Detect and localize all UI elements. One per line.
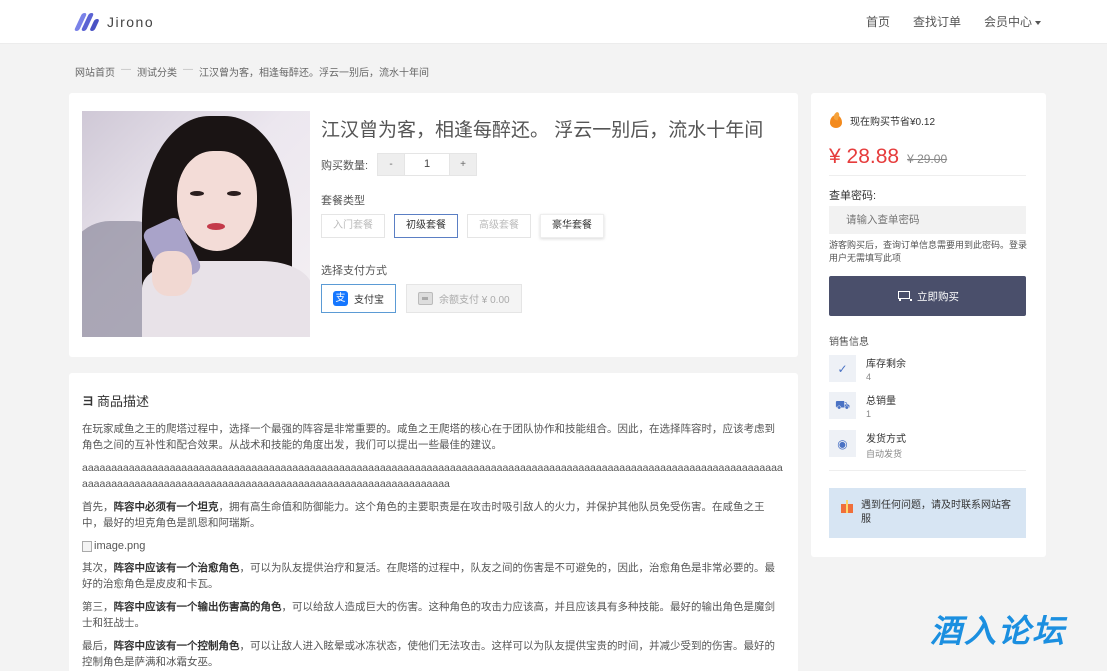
payment-options: 支 支付宝 余额支付 ¥ 0.00	[321, 284, 522, 313]
price-block: ¥ 28.88 ¥ 29.00	[829, 145, 947, 169]
location-pin-icon: ◉	[829, 430, 856, 457]
logo-icon	[73, 11, 100, 33]
description-paragraph: 最后，阵容中应该有一个控制角色，可以让敌人进入眩晕或冰冻状态，使他们无法攻击。这…	[82, 640, 775, 668]
support-tip-text: 遇到任何问题，请及时联系网站客服	[861, 500, 1011, 525]
breadcrumb-separator: —	[121, 64, 131, 75]
quantity-row: 购买数量: - 1 +	[321, 153, 478, 176]
breadcrumb-current: 江汉曾为客，相逢每醉还。浮云一别后，流水十年间	[199, 68, 429, 79]
buy-now-label: 立即购买	[917, 290, 959, 303]
breadcrumb-category[interactable]: 测试分类	[137, 64, 177, 79]
savings-text: 现在购买节省¥0.12	[850, 116, 936, 128]
payment-method-label: 选择支付方式	[321, 265, 387, 277]
nav-find-order[interactable]: 查找订单	[913, 13, 961, 30]
pay-alipay-button[interactable]: 支 支付宝	[321, 284, 396, 313]
broken-image: image.png	[82, 538, 784, 554]
stock-label: 库存剩余	[866, 359, 906, 370]
wallet-icon	[418, 292, 433, 305]
support-tip: 遇到任何问题，请及时联系网站客服	[829, 488, 1026, 538]
sales-info-title: 销售信息	[829, 337, 869, 348]
site-logo[interactable]: Jirono	[73, 11, 155, 33]
shipping-value: 自动发货	[866, 449, 903, 459]
main-nav: 首页 查找订单 会员中心	[866, 13, 1041, 30]
cart-icon	[896, 290, 912, 302]
top-navbar: Jirono 首页 查找订单 会员中心	[0, 0, 1107, 44]
pay-alipay-label: 支付宝	[354, 295, 384, 306]
package-option-deluxe[interactable]: 豪华套餐	[540, 214, 604, 238]
chevron-down-icon	[1035, 20, 1041, 25]
broken-image-icon	[82, 540, 92, 552]
divider	[829, 470, 1026, 471]
order-password-hint: 游客购买后，查询订单信息需要用到此密码。登录用户无需填写此项	[829, 240, 1028, 263]
order-password-input[interactable]	[829, 206, 1026, 234]
description-title: 商品描述	[97, 394, 150, 409]
stat-sold: ⛟ 总销量 1	[829, 392, 896, 419]
description-paragraph: 第三，阵容中应该有一个输出伤害高的角色，可以给敌人造成巨大的伤害。这种角色的攻击…	[82, 601, 775, 629]
description-body: 在玩家咸鱼之王的爬塔过程中，选择一个最强的阵容是非常重要的。咸鱼之王爬塔的核心在…	[82, 421, 784, 671]
watermark-logo: 酒入论坛	[930, 612, 1067, 650]
product-card: 江汉曾为客，相逢每醉还。 浮云一别后，流水十年间 购买数量: - 1 + 套餐类…	[69, 93, 798, 357]
alipay-icon: 支	[333, 291, 348, 306]
description-paragraph: 在玩家咸鱼之王的爬塔过程中，选择一个最强的阵容是非常重要的。咸鱼之王爬塔的核心在…	[82, 423, 775, 451]
buy-now-button[interactable]: 立即购买	[829, 276, 1026, 316]
product-title: 江汉曾为客，相逢每醉还。 浮云一别后，流水十年间	[321, 120, 764, 141]
package-type-label: 套餐类型	[321, 195, 365, 207]
original-price: ¥ 29.00	[907, 152, 948, 166]
description-paragraph: 其次，阵容中应该有一个治愈角色，可以为队友提供治疗和复活。在爬塔的过程中，队友之…	[82, 562, 775, 590]
quantity-label: 购买数量:	[321, 159, 369, 172]
description-paragraph: 首先，阵容中必须有一个坦克，拥有高生命值和防御能力。这个角色的主要职责是在攻击时…	[82, 501, 765, 529]
description-paragraph: aaaaaaaaaaaaaaaaaaaaaaaaaaaaaaaaaaaaaaaa…	[82, 462, 783, 490]
description-icon: ヨ	[82, 394, 95, 408]
package-option-junior[interactable]: 初级套餐	[394, 214, 458, 238]
quantity-input[interactable]: 1	[405, 153, 450, 176]
pay-balance-label: 余额支付 ¥ 0.00	[439, 295, 510, 306]
package-options: 入门套餐 初级套餐 高级套餐 豪华套餐	[321, 214, 604, 238]
description-header: ヨ 商品描述	[82, 391, 149, 410]
stat-stock: ✓ 库存剩余 4	[829, 355, 906, 382]
stock-value: 4	[866, 372, 872, 382]
shipping-label: 发货方式	[866, 434, 906, 445]
breadcrumb: 网站首页 — 测试分类 — 江汉曾为客，相逢每醉还。浮云一别后，流水十年间	[75, 64, 429, 79]
gift-icon	[841, 500, 853, 513]
savings-tip: 现在购买节省¥0.12	[829, 112, 935, 128]
current-price: ¥ 28.88	[829, 145, 900, 168]
purchase-sidebar: 现在购买节省¥0.12 ¥ 28.88 ¥ 29.00 查单密码: 游客购买后，…	[811, 93, 1046, 557]
logo-text: Jirono	[107, 14, 155, 30]
description-card: ヨ 商品描述 在玩家咸鱼之王的爬塔过程中，选择一个最强的阵容是非常重要的。咸鱼之…	[69, 373, 798, 671]
nav-home[interactable]: 首页	[866, 13, 890, 30]
product-image	[82, 111, 310, 337]
quantity-increment-button[interactable]: +	[449, 153, 478, 176]
stat-shipping: ◉ 发货方式 自动发货	[829, 430, 906, 460]
sold-label: 总销量	[866, 396, 896, 407]
divider	[829, 175, 1026, 176]
pay-balance-button[interactable]: 余额支付 ¥ 0.00	[406, 284, 522, 313]
order-password-label: 查单密码:	[829, 190, 877, 202]
image-alt-text: image.png	[94, 540, 146, 552]
fire-icon	[829, 112, 843, 128]
truck-icon: ⛟	[829, 392, 856, 419]
breadcrumb-home[interactable]: 网站首页	[75, 64, 115, 79]
nav-member-label: 会员中心	[983, 15, 1032, 29]
nav-member-center[interactable]: 会员中心	[984, 13, 1041, 30]
package-option-basic[interactable]: 入门套餐	[321, 214, 385, 238]
package-option-advanced[interactable]: 高级套餐	[467, 214, 531, 238]
quantity-decrement-button[interactable]: -	[377, 153, 406, 176]
sold-value: 1	[866, 409, 872, 419]
breadcrumb-separator: —	[183, 64, 193, 75]
check-circle-icon: ✓	[829, 355, 856, 382]
